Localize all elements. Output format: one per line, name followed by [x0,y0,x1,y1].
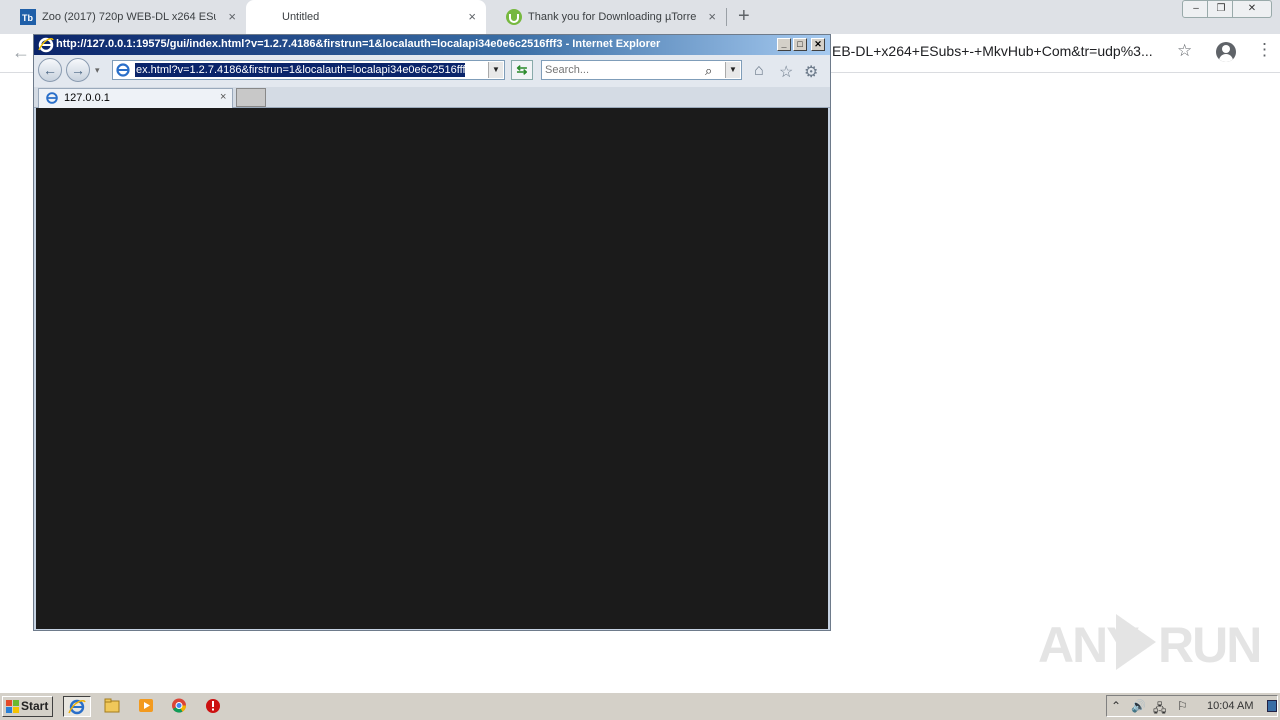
clock[interactable]: 10:04 AM [1207,700,1253,712]
ie-title-bar[interactable]: http://127.0.0.1:19575/gui/index.html?v=… [34,35,830,55]
chevron-down-icon[interactable]: ▾ [95,65,100,76]
watermark-text-right: RUN [1158,617,1262,673]
internet-explorer-icon [38,37,54,53]
system-tray: ⌃ 🔊 🖧 ⚐ 10:04 AM [1106,695,1278,717]
restore-button[interactable]: ❐ [1207,0,1235,18]
windows-logo-icon [6,700,19,713]
ie-tab-localhost[interactable]: 127.0.0.1 × [38,88,233,108]
network-icon[interactable]: 🖧 [1153,699,1166,720]
chrome-icon [172,698,187,713]
back-arrow-icon[interactable]: ← [12,42,30,63]
torrent-site-icon: Tb [20,9,36,25]
ie-page-icon [116,63,130,77]
close-icon[interactable]: × [468,0,476,34]
new-tab-button[interactable]: + [738,4,750,28]
ie-address-bar[interactable]: ex.html?v=1.2.7.4186&firstrun=1&localaut… [112,60,505,80]
compatibility-refresh-icon[interactable]: ⇆ [511,60,533,80]
profile-avatar-icon[interactable] [1216,42,1236,62]
start-button[interactable]: Start [2,696,53,717]
favorites-star-icon[interactable]: ☆ [779,62,793,82]
play-icon [1116,614,1156,670]
taskbar-alert-button[interactable] [200,696,228,717]
utorrent-icon [506,9,522,25]
internet-explorer-icon [68,699,86,715]
chrome-tab-untitled[interactable]: Untitled × [246,0,486,34]
ie-tab-label: 127.0.0.1 [64,92,110,104]
ie-search-box[interactable]: ⌕ ▼ [541,60,742,80]
ie-back-button[interactable]: ← [38,58,62,82]
taskbar-media-player-button[interactable] [133,696,161,717]
show-desktop-button[interactable] [1267,700,1277,712]
ie-navigation-bar: ← → ▾ ex.html?v=1.2.7.4186&firstrun=1&lo… [34,55,830,87]
alert-icon [206,699,220,713]
chrome-tab-strip: Tb Zoo (2017) 720p WEB-DL x264 ESubs × U… [0,0,1280,34]
search-dropdown-icon[interactable]: ▼ [725,62,740,78]
start-label: Start [21,699,49,713]
close-icon[interactable]: × [228,0,236,34]
media-player-icon [139,699,153,712]
ie-new-tab-button[interactable] [236,88,266,107]
chrome-tab-label: Thank you for Downloading µTorrent [528,11,696,23]
taskbar-chrome-button[interactable] [166,696,194,717]
internet-explorer-window: http://127.0.0.1:19575/gui/index.html?v=… [33,34,831,631]
close-icon[interactable]: × [220,91,226,103]
chrome-tab-label: Zoo (2017) 720p WEB-DL x264 ESubs [42,11,216,23]
close-window-button[interactable]: ✕ [1232,0,1272,18]
home-icon[interactable]: ⌂ [754,62,764,80]
bookmark-star-icon[interactable]: ☆ [1177,41,1192,61]
search-input[interactable] [545,62,703,77]
windows-explorer-icon [104,698,120,713]
chrome-tab-zoo[interactable]: Tb Zoo (2017) 720p WEB-DL x264 ESubs × [0,0,246,34]
ie-address-text[interactable]: ex.html?v=1.2.7.4186&firstrun=1&localaut… [135,63,465,77]
internet-explorer-icon [46,92,58,104]
action-center-flag-icon[interactable]: ⚐ [1177,699,1188,713]
gear-icon[interactable]: ⚙ [804,62,818,82]
search-icon[interactable]: ⌕ [705,63,712,79]
ie-maximize-button[interactable]: □ [793,38,807,51]
address-dropdown-icon[interactable]: ▼ [488,62,503,78]
ie-minimize-button[interactable]: _ [777,38,791,51]
chrome-tab-label: Untitled [282,11,320,23]
taskbar-explorer-button[interactable] [99,696,127,717]
ie-page-content[interactable] [36,108,828,629]
ie-close-button[interactable]: ✕ [811,38,825,51]
windows-taskbar: Start ⌃ 🔊 🖧 ⚐ 10:04 AM [0,692,1280,720]
chrome-tab-utorrent[interactable]: Thank you for Downloading µTorrent × [486,0,726,34]
ie-window-title: http://127.0.0.1:19575/gui/index.html?v=… [56,38,661,50]
svg-text:Tb: Tb [22,13,33,23]
ie-tab-row: 127.0.0.1 × [34,87,830,108]
menu-dots-icon[interactable]: ⋮ [1256,40,1273,60]
taskbar-ie-button[interactable] [63,696,91,717]
tab-divider [726,8,727,26]
volume-icon[interactable]: 🔊 [1131,699,1146,713]
anyrun-watermark-logo: ANY RUN [1038,612,1262,673]
omnibox-url[interactable]: EB-DL+x264+ESubs+-+MkvHub+Com&tr=udp%3..… [832,43,1153,59]
show-hidden-icons-icon[interactable]: ⌃ [1111,699,1121,713]
minimize-button[interactable]: ‒ [1182,0,1210,18]
ie-forward-button[interactable]: → [66,58,90,82]
close-icon[interactable]: × [708,0,716,34]
